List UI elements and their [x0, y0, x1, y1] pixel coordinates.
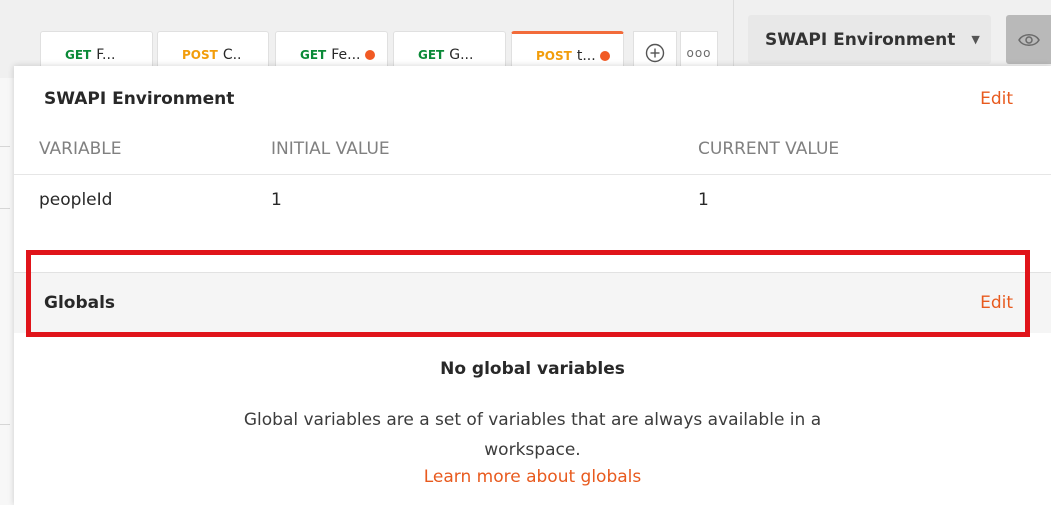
learn-more-globals-link[interactable]: Learn more about globals — [14, 467, 1051, 487]
tab-title: F... — [96, 47, 116, 63]
plus-circle-icon — [645, 43, 665, 63]
empty-globals-description: Global variables are a set of variables … — [243, 410, 822, 460]
method-label: POST — [182, 48, 218, 62]
environment-selector[interactable]: SWAPI Environment ▼ — [748, 15, 991, 64]
method-label: GET — [418, 48, 445, 62]
variable-current-value: 1 — [698, 190, 709, 210]
header-divider — [14, 174, 1051, 175]
divider — [0, 208, 10, 209]
column-header-initial-value: INITIAL VALUE — [271, 139, 390, 159]
tab-title: G... — [449, 47, 474, 63]
column-header-variable: VARIABLE — [39, 139, 122, 159]
tab-title: t... — [576, 48, 596, 64]
sidebar-edge — [0, 78, 15, 505]
tab-title: Fe... — [331, 47, 361, 63]
environment-title: SWAPI Environment — [44, 89, 235, 109]
edit-environment-link[interactable]: Edit — [980, 89, 1013, 109]
environment-selector-label: SWAPI Environment — [765, 29, 956, 50]
variable-name: peopleId — [39, 190, 113, 210]
caret-down-icon: ▼ — [971, 33, 980, 46]
empty-globals-title: No global variables — [440, 359, 625, 379]
environment-quick-look-button[interactable] — [1006, 15, 1051, 64]
highlight-annotation-box — [26, 250, 1030, 337]
column-header-current-value: CURRENT VALUE — [698, 139, 840, 159]
method-label: GET — [300, 48, 327, 62]
variable-initial-value: 1 — [271, 190, 282, 210]
unsaved-dot-icon — [599, 51, 610, 61]
tab-title: C.. — [222, 47, 242, 63]
divider — [0, 424, 10, 425]
unsaved-dot-icon — [364, 50, 375, 60]
divider — [0, 146, 10, 147]
eye-icon — [1017, 33, 1040, 46]
method-label: GET — [65, 48, 92, 62]
method-label: POST — [536, 49, 572, 63]
